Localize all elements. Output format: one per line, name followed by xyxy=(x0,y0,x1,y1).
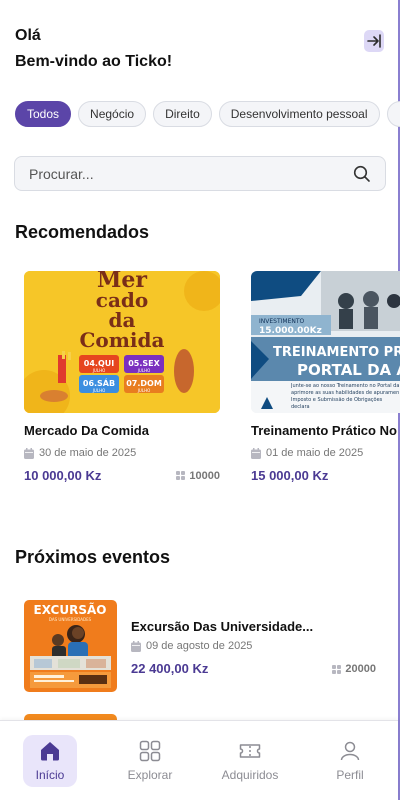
invest-value: 15.000.00Kz xyxy=(259,326,322,336)
poster-slot-1-day: 04.QUI xyxy=(84,359,114,368)
grid-icon xyxy=(176,471,186,480)
event-capacity: 10000 xyxy=(176,470,220,482)
nav-label: Início xyxy=(35,768,65,782)
event-meta: 15 000,00 Kz xyxy=(251,468,400,483)
chip-overflow[interactable] xyxy=(386,101,400,127)
nav-label: Explorar xyxy=(127,768,173,782)
event-date-text: 09 de agosto de 2025 xyxy=(146,640,253,652)
poster-headline-1: TREINAMENTO PRÁTI xyxy=(273,344,400,360)
poster-slot-1-month: JULHO xyxy=(92,368,106,373)
poster-headline: EXCURSÃO xyxy=(34,602,107,617)
event-card-mercado[interactable]: Mer cado da Comida 04.QUI JULHO 05.SEX J… xyxy=(24,271,220,483)
event-price: 10 000,00 Kz xyxy=(24,468,102,483)
grid-icon xyxy=(139,740,161,762)
calendar-icon xyxy=(131,640,141,652)
poster-headline-2: PORTAL DA AGT xyxy=(297,361,400,379)
calendar-icon xyxy=(24,447,34,459)
event-title: Mercado Da Comida xyxy=(24,423,149,438)
poster-slot-2-month: JULHO xyxy=(137,368,151,373)
search-icon[interactable] xyxy=(353,165,371,183)
event-card-treinamento[interactable]: INVESTIMENTO 15.000.00Kz TREINAMENTO PRÁ… xyxy=(251,271,400,483)
poster-slot-3-day: 06.SÁB xyxy=(83,377,115,388)
event-poster: Mer cado da Comida 04.QUI JULHO 05.SEX J… xyxy=(24,271,220,413)
event-poster: INVESTIMENTO 15.000.00Kz TREINAMENTO PRÁ… xyxy=(251,271,400,413)
event-price: 22 400,00 Kz xyxy=(131,661,209,676)
event-capacity-value: 10000 xyxy=(189,469,220,482)
logout-button[interactable] xyxy=(364,30,384,52)
event-date-text: 01 de maio de 2025 xyxy=(266,447,364,459)
calendar-icon xyxy=(251,447,261,459)
event-date: 01 de maio de 2025 xyxy=(251,447,400,459)
poster-slot-3-month: JULHO xyxy=(92,388,106,393)
nav-perfil[interactable]: Perfil xyxy=(320,735,380,787)
upcoming-title: Próximos eventos xyxy=(15,547,171,567)
poster-slot-4-month: JULHO xyxy=(137,388,151,393)
event-capacity-value: 20000 xyxy=(345,663,376,675)
event-title: Treinamento Prático No xyxy=(251,423,397,438)
chip-desenvolvimento-pessoal[interactable]: Desenvolvimento pessoal xyxy=(218,101,380,127)
greeting: Olá xyxy=(15,27,41,44)
welcome-message: Bem-vindo ao Ticko! xyxy=(15,53,173,70)
chip-direito[interactable]: Direito xyxy=(153,101,212,127)
header: Olá Bem-vindo ao Ticko! xyxy=(15,26,172,72)
ticket-icon xyxy=(239,744,261,758)
event-date: 30 de maio de 2025 xyxy=(24,447,220,459)
treinamento-poster-art: INVESTIMENTO 15.000.00Kz TREINAMENTO PRÁ… xyxy=(251,271,400,413)
poster-sub: DAS UNIVERSIDADES xyxy=(49,617,92,622)
event-capacity: 20000 xyxy=(332,663,376,675)
bottom-navigation: Início Explorar Adquiridos Perfil xyxy=(0,720,398,800)
grid-icon xyxy=(332,664,342,674)
chip-todos[interactable]: Todos xyxy=(15,101,72,127)
search-bar xyxy=(14,156,386,191)
home-icon xyxy=(41,742,59,761)
category-chips: Todos Negócio Direito Desenvolvimento pe… xyxy=(15,101,400,127)
nav-inicio[interactable]: Início xyxy=(23,735,77,787)
poster-blurb: Junte-se ao nosso Treinamento no Portal … xyxy=(291,383,400,410)
event-title: Excursão Das Universidade... xyxy=(131,619,314,634)
user-icon xyxy=(340,741,360,761)
search-input[interactable] xyxy=(29,165,353,182)
nav-explorar[interactable]: Explorar xyxy=(120,735,180,787)
nav-adquiridos[interactable]: Adquiridos xyxy=(220,735,280,787)
event-poster: EXCURSÃO DAS UNIVERSIDADES xyxy=(24,600,117,692)
poster-slot-4-day: 07.DOM xyxy=(126,379,162,388)
event-meta: 10 000,00 Kz 10000 xyxy=(24,468,220,483)
excursao-poster-art: EXCURSÃO DAS UNIVERSIDADES xyxy=(24,600,117,692)
logout-icon xyxy=(367,34,381,48)
event-date-text: 30 de maio de 2025 xyxy=(39,447,137,459)
event-date: 09 de agosto de 2025 xyxy=(131,640,252,652)
upcoming-event-excursao[interactable]: EXCURSÃO DAS UNIVERSIDADES Excursão Das … xyxy=(24,600,380,692)
event-price: 15 000,00 Kz xyxy=(251,468,329,483)
recommended-title: Recomendados xyxy=(15,222,150,242)
invest-label: INVESTIMENTO xyxy=(259,318,305,325)
poster-word-4: Comida xyxy=(80,328,165,352)
mercado-poster-art: Mer cado da Comida 04.QUI JULHO 05.SEX J… xyxy=(24,271,220,413)
nav-label: Adquiridos xyxy=(221,768,279,782)
poster-slot-2-day: 05.SEX xyxy=(128,359,160,368)
nav-label: Perfil xyxy=(336,768,364,782)
chip-negocio[interactable]: Negócio xyxy=(78,101,147,127)
